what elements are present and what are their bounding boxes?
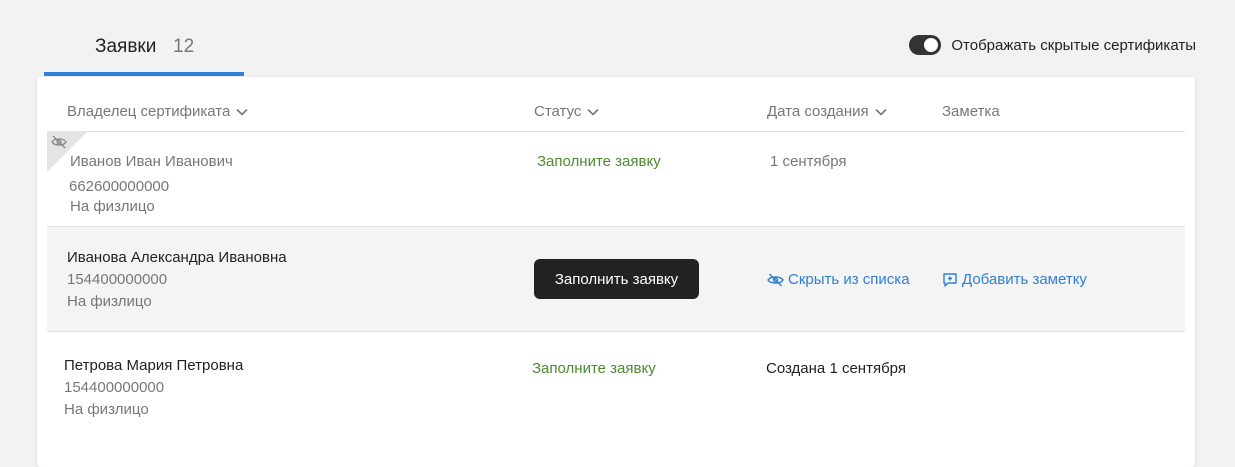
requests-table: Владелец сертификата Статус Дата создани…: [37, 77, 1195, 467]
status-text: Заполните заявку: [532, 360, 656, 377]
table-row[interactable]: Иванова Александра Ивановна 154400000000…: [47, 227, 1185, 331]
show-hidden-label: Отображать скрытые сертификаты: [951, 36, 1196, 54]
created-date: 1 сентября: [770, 153, 847, 170]
show-hidden-toggle[interactable]: [909, 35, 942, 55]
owner-inn: 154400000000: [67, 271, 168, 288]
owner-inn: 662600000000: [69, 178, 170, 195]
hide-from-list-link[interactable]: Скрыть из списка: [767, 271, 910, 288]
tab-count: 12: [173, 36, 195, 57]
add-note-link[interactable]: Добавить заметку: [942, 271, 1087, 288]
owner-type: На физлицо: [64, 401, 149, 418]
tab-label: Заявки: [95, 36, 157, 57]
show-hidden-toggle-group[interactable]: Отображать скрытые сертификаты: [909, 35, 1196, 55]
eye-off-icon: [51, 135, 67, 149]
column-header-owner[interactable]: Владелец сертификата: [67, 103, 248, 120]
chevron-down-icon: [587, 108, 599, 116]
chevron-down-icon: [236, 108, 248, 116]
column-header-note: Заметка: [942, 103, 1000, 120]
fill-request-button[interactable]: Заполнить заявку: [534, 259, 699, 299]
table-row[interactable]: Иванов Иван Иванович 662600000000 На физ…: [47, 132, 1185, 226]
created-date: Создана 1 сентября: [766, 360, 906, 377]
owner-name: Иванов Иван Иванович: [70, 153, 233, 170]
add-comment-icon: [943, 272, 957, 287]
column-header-created[interactable]: Дата создания: [767, 103, 887, 120]
owner-name: Петрова Мария Петровна: [64, 357, 244, 374]
column-header-status[interactable]: Статус: [534, 103, 599, 120]
eye-off-icon: [767, 273, 784, 286]
tab-requests[interactable]: Заявки 12: [44, 28, 244, 76]
chevron-down-icon: [875, 108, 887, 116]
status-text: Заполните заявку: [537, 153, 661, 170]
owner-type: На физлицо: [67, 293, 152, 310]
owner-name: Иванова Александра Ивановна: [67, 249, 287, 266]
owner-type: На физлицо: [70, 198, 155, 215]
table-row[interactable]: Петрова Мария Петровна 154400000000 На ф…: [47, 332, 1185, 452]
owner-inn: 154400000000: [64, 379, 165, 396]
